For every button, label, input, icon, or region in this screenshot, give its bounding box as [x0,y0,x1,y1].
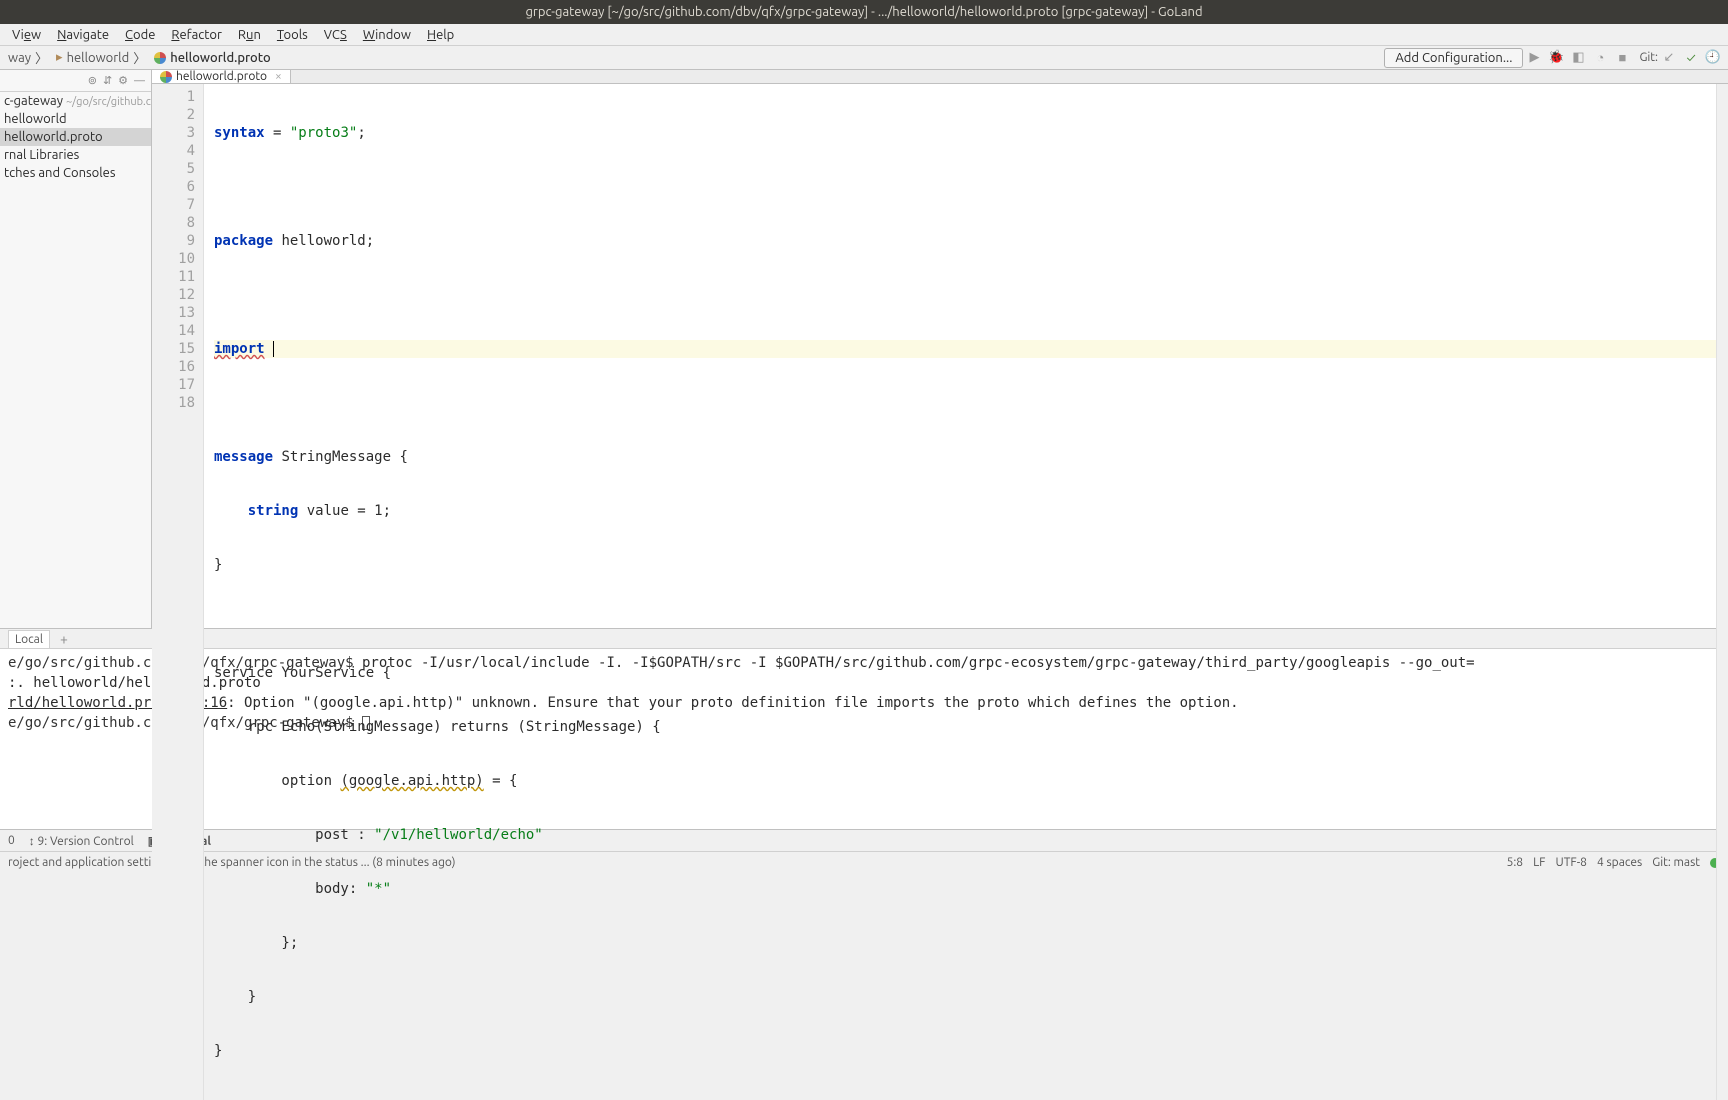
error-stripe[interactable] [1716,84,1728,1100]
debug-icon[interactable]: 🐞 [1547,49,1565,67]
title-bar: grpc-gateway [~/go/src/github.com/dbv/qf… [0,0,1728,24]
menu-help[interactable]: Help [419,26,462,44]
menu-code[interactable]: Code [117,26,163,44]
menu-refactor[interactable]: Refactor [163,26,230,44]
tab-label: helloworld.proto [176,70,267,83]
git-update-icon[interactable]: ↙ [1660,49,1678,67]
close-tab-icon[interactable]: × [275,70,282,83]
code-content[interactable]: syntax = "proto3"; package helloworld; i… [204,84,1716,1100]
menu-window[interactable]: Window [355,26,419,44]
git-commit-icon[interactable]: ✓ [1682,49,1700,67]
tree-root[interactable]: c-gateway ~/go/src/github.co [0,92,151,110]
terminal-add-tab[interactable]: + [60,631,68,647]
target-icon[interactable]: ⊚ [88,74,97,87]
coverage-icon[interactable]: ◧ [1569,49,1587,67]
collapse-icon[interactable]: — [134,75,145,87]
gear-icon[interactable]: ⚙ [118,74,128,87]
add-configuration-button[interactable]: Add Configuration... [1384,48,1523,68]
profile-icon[interactable]: ◔ [1591,49,1609,67]
terminal-tab-local[interactable]: Local [8,630,50,648]
tool-tab-version-control[interactable]: ↕ 9: Version Control [29,834,134,848]
expand-icon[interactable]: ⇵ [103,74,112,87]
menu-bar: View Navigate Code Refactor Run Tools VC… [0,24,1728,46]
title-text: grpc-gateway [~/go/src/github.com/dbv/qf… [525,5,1202,19]
menu-tools[interactable]: Tools [269,26,316,44]
project-toolbar: ⊚ ⇵ ⚙ — [0,70,151,92]
editor-area: helloworld.proto × 123456789101112131415… [152,70,1728,628]
tool-tab-0[interactable]: 0 [8,834,15,847]
git-label: Git: [1639,51,1658,64]
proto-icon [154,52,166,64]
breadcrumb-dir[interactable]: ▸helloworld〉 [52,48,150,67]
tree-scratches[interactable]: tches and Consoles [0,164,151,182]
tree-libraries[interactable]: rnal Libraries [0,146,151,164]
menu-run[interactable]: Run [230,26,269,44]
code-editor[interactable]: 123456789101112131415161718 syntax = "pr… [152,84,1728,1100]
editor-tabs: helloworld.proto × [152,70,1728,84]
breadcrumb-root[interactable]: way〉 [4,48,52,67]
line-gutter: 123456789101112131415161718 [152,84,204,1100]
stop-icon[interactable]: ■ [1613,49,1631,67]
breadcrumb-file[interactable]: helloworld.proto [150,51,274,65]
project-tool-window: ⊚ ⇵ ⚙ — c-gateway ~/go/src/github.co hel… [0,70,152,628]
editor-tab-active[interactable]: helloworld.proto × [152,70,291,83]
run-icon[interactable]: ▶ [1525,49,1543,67]
menu-vcs[interactable]: VCS [316,26,355,44]
navigation-bar: way〉 ▸helloworld〉 helloworld.proto Add C… [0,46,1728,70]
proto-icon [160,71,172,83]
git-history-icon[interactable]: 🕘 [1704,49,1722,67]
tree-file-selected[interactable]: helloworld.proto [0,128,151,146]
menu-navigate[interactable]: Navigate [49,26,117,44]
menu-view[interactable]: View [4,26,49,44]
tree-dir[interactable]: helloworld [0,110,151,128]
